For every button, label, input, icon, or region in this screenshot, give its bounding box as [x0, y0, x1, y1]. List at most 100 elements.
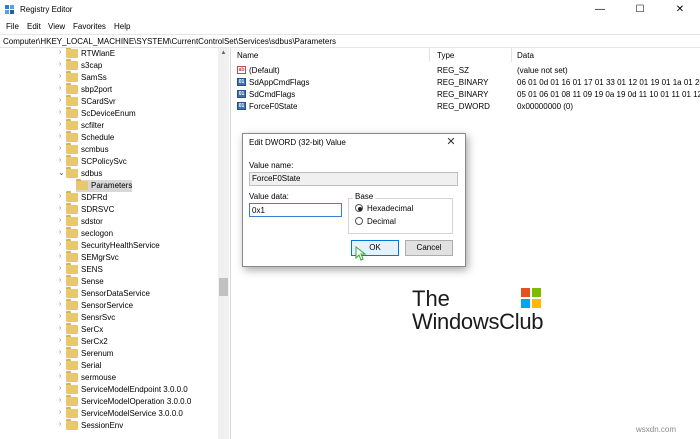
column-header-data[interactable]: Data	[517, 51, 534, 60]
tree-scrollbar[interactable]: ▲	[218, 48, 229, 439]
chevron-right-icon[interactable]: ›	[59, 289, 61, 296]
close-button[interactable]: ✕	[660, 0, 700, 20]
chevron-right-icon[interactable]: ›	[59, 409, 61, 416]
cancel-button[interactable]: Cancel	[405, 240, 453, 256]
tree-item[interactable]: › SDRSVC	[0, 203, 218, 216]
menu-edit[interactable]: Edit	[27, 22, 41, 31]
chevron-right-icon[interactable]: ›	[59, 253, 61, 260]
hexadecimal-radio[interactable]: Hexadecimal	[355, 204, 435, 214]
chevron-right-icon[interactable]: ›	[59, 265, 61, 272]
column-header-type[interactable]: Type	[437, 51, 454, 60]
tree-item[interactable]: › Schedule	[0, 131, 218, 144]
tree-item-label: Parameters	[91, 181, 133, 190]
folder-icon	[66, 251, 78, 262]
tree-item[interactable]: › RTWlanE	[0, 48, 218, 60]
tree-item[interactable]: › sbp2port	[0, 83, 218, 96]
menu-view[interactable]: View	[48, 22, 65, 31]
tree-item[interactable]: › sdstor	[0, 215, 218, 228]
menu-file[interactable]: File	[6, 22, 19, 31]
tree-item-label: SessionEnv	[81, 421, 124, 430]
chevron-right-icon[interactable]: ›	[59, 193, 61, 200]
chevron-right-icon[interactable]: ›	[59, 277, 61, 284]
chevron-down-icon[interactable]: ⌄	[58, 168, 65, 177]
tree-item[interactable]: › ScDeviceEnum	[0, 107, 218, 120]
radio-unselected-icon[interactable]	[355, 217, 363, 225]
chevron-right-icon[interactable]: ›	[59, 109, 61, 116]
radio-selected-icon[interactable]	[355, 204, 363, 212]
tree-item[interactable]: › SENS	[0, 263, 218, 276]
folder-icon	[76, 179, 88, 190]
tree-item[interactable]: › ServiceModelService 3.0.0.0	[0, 407, 218, 420]
chevron-right-icon[interactable]: ›	[59, 325, 61, 332]
column-header-name[interactable]: Name	[237, 51, 258, 60]
tree-item[interactable]: › ServiceModelOperation 3.0.0.0	[0, 395, 218, 408]
address-bar[interactable]: Computer\HKEY_LOCAL_MACHINE\SYSTEM\Curre…	[0, 34, 700, 48]
maximize-button[interactable]: ☐	[620, 0, 660, 20]
chevron-right-icon[interactable]: ›	[59, 217, 61, 224]
tree-item[interactable]: › SensrSvc	[0, 311, 218, 324]
chevron-right-icon[interactable]: ›	[59, 205, 61, 212]
chevron-right-icon[interactable]: ›	[59, 73, 61, 80]
chevron-right-icon[interactable]: ›	[59, 229, 61, 236]
chevron-right-icon[interactable]: ›	[59, 313, 61, 320]
column-divider[interactable]	[429, 48, 430, 62]
menu-favorites[interactable]: Favorites	[73, 22, 106, 31]
tree-item-label: Sense	[81, 277, 104, 286]
chevron-right-icon[interactable]: ›	[59, 61, 61, 68]
tree-item[interactable]: › ServiceModelEndpoint 3.0.0.0	[0, 383, 218, 396]
tree-item-selected[interactable]: Parameters	[76, 179, 133, 192]
tree-item[interactable]: › Serenum	[0, 347, 218, 360]
tree-item[interactable]: › SerCx	[0, 323, 218, 336]
chevron-right-icon[interactable]: ›	[59, 121, 61, 128]
chevron-right-icon[interactable]: ›	[59, 361, 61, 368]
chevron-right-icon[interactable]: ›	[59, 397, 61, 404]
tree-item[interactable]: › SessionEnv	[0, 419, 218, 432]
chevron-right-icon[interactable]: ›	[59, 85, 61, 92]
tree-item-expanded[interactable]: ⌄ sdbus	[0, 167, 218, 180]
list-item[interactable]: 01 SdAppCmdFlags REG_BINARY 06 01 0d 01 …	[231, 77, 700, 88]
list-item[interactable]: ab (Default) REG_SZ (value not set)	[231, 65, 700, 76]
folder-open-icon	[66, 167, 78, 178]
chevron-right-icon[interactable]: ›	[59, 97, 61, 104]
folder-icon	[66, 407, 78, 418]
tree-item[interactable]: › SCPolicySvc	[0, 155, 218, 168]
chevron-right-icon[interactable]: ›	[59, 421, 61, 428]
minimize-button[interactable]: —	[580, 0, 620, 20]
chevron-right-icon[interactable]: ›	[59, 349, 61, 356]
list-item[interactable]: 01 ForceF0State REG_DWORD 0x00000000 (0)	[231, 101, 700, 112]
folder-icon	[66, 119, 78, 130]
tree-item[interactable]: › Sense	[0, 275, 218, 288]
tree-item[interactable]: › SDFRd	[0, 191, 218, 204]
column-divider[interactable]	[511, 48, 512, 62]
chevron-right-icon[interactable]: ›	[59, 385, 61, 392]
chevron-right-icon[interactable]: ›	[59, 133, 61, 140]
decimal-radio[interactable]: Decimal	[355, 217, 435, 227]
list-item[interactable]: 01 SdCmdFlags REG_BINARY 05 01 06 01 08 …	[231, 89, 700, 100]
chevron-right-icon[interactable]: ›	[59, 145, 61, 152]
scroll-up-icon[interactable]: ▲	[220, 50, 227, 56]
chevron-right-icon[interactable]: ›	[59, 337, 61, 344]
tree-item[interactable]: › SEMgrSvc	[0, 251, 218, 264]
tree-item[interactable]: › SamSs	[0, 71, 218, 84]
tree-item[interactable]: › scfilter	[0, 119, 218, 132]
tree-item[interactable]: › sermouse	[0, 371, 218, 384]
tree-item[interactable]: › scmbus	[0, 143, 218, 156]
dialog-close-icon[interactable]: ✕	[441, 134, 461, 150]
tree-item[interactable]: › seclogon	[0, 227, 218, 240]
tree-item[interactable]: › s3cap	[0, 59, 218, 72]
chevron-right-icon[interactable]: ›	[59, 373, 61, 380]
tree-item[interactable]: › Serial	[0, 359, 218, 372]
tree-item[interactable]: › SensorDataService	[0, 287, 218, 300]
tree-item[interactable]: › SCardSvr	[0, 95, 218, 108]
chevron-right-icon[interactable]: ›	[59, 49, 61, 56]
scrollbar-thumb[interactable]	[219, 278, 228, 296]
value-data-input[interactable]	[249, 203, 342, 217]
tree-item[interactable]: › SecurityHealthService	[0, 239, 218, 252]
tree-item[interactable]: › SensorService	[0, 299, 218, 312]
chevron-right-icon[interactable]: ›	[59, 241, 61, 248]
tree-item-label: SDFRd	[81, 193, 108, 202]
menu-help[interactable]: Help	[114, 22, 130, 31]
tree-item[interactable]: › SerCx2	[0, 335, 218, 348]
chevron-right-icon[interactable]: ›	[59, 301, 61, 308]
chevron-right-icon[interactable]: ›	[59, 157, 61, 164]
